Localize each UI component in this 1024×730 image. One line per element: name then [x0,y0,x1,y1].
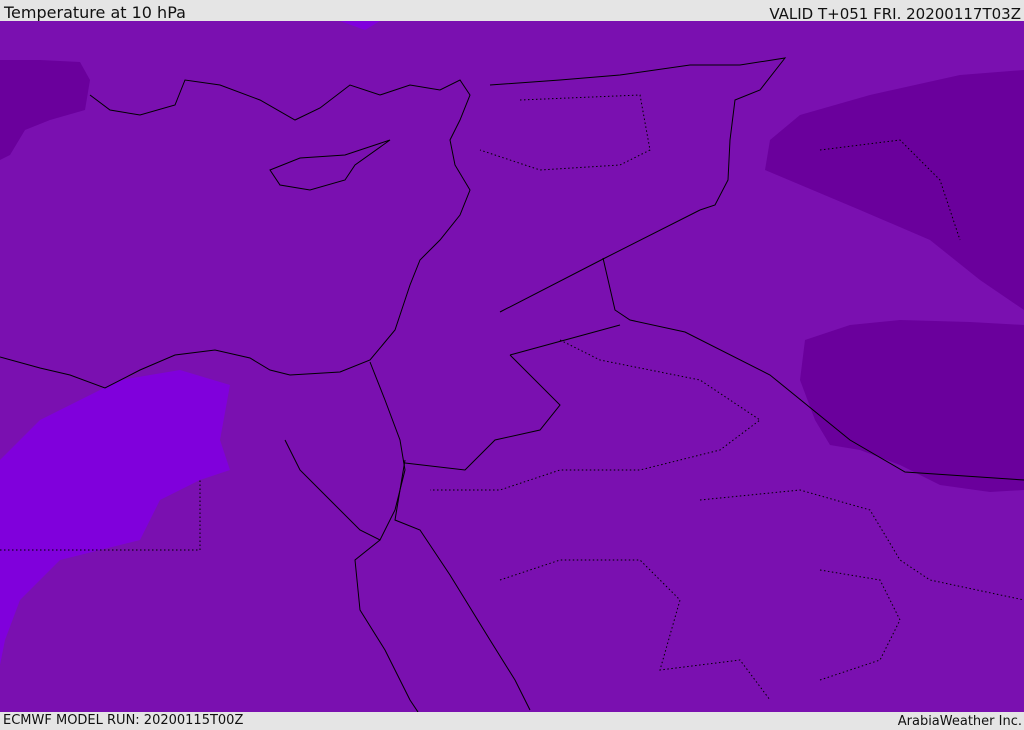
temperature-map [0,21,1024,712]
model-run: ECMWF MODEL RUN: 20200115T00Z [3,713,244,728]
map-title: Temperature at 10 hPa [4,3,186,22]
footer-bar: ECMWF MODEL RUN: 20200115T00Z ArabiaWeat… [0,712,1024,729]
header-bar: Temperature at 10 hPa VALID T+051 FRI. 2… [0,0,1024,23]
credit: ArabiaWeather Inc. [897,714,1022,729]
